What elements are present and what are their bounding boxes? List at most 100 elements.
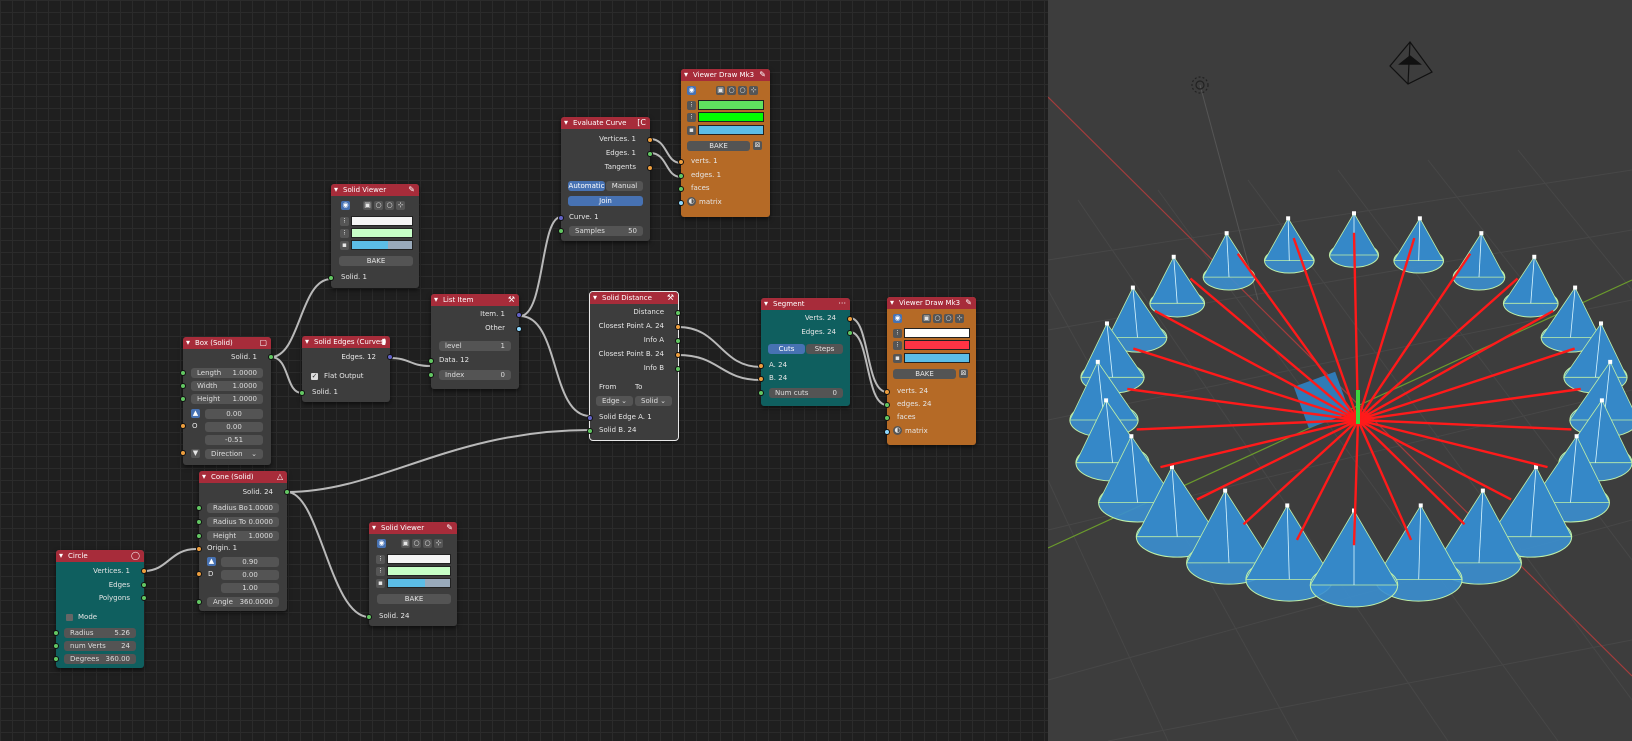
output-socket[interactable] (847, 316, 853, 322)
input-socket[interactable] (196, 599, 202, 605)
viewer-draw-header[interactable]: Viewer Draw Mk3 ✎ (681, 69, 770, 81)
sphere-icon[interactable]: ○ (374, 201, 383, 210)
input-socket[interactable] (884, 389, 890, 395)
direction-y-field[interactable]: 0.00 (221, 570, 279, 580)
evaluate-curve-header[interactable]: Evaluate Curve [C (561, 117, 650, 129)
cuts-toggle[interactable]: Cuts (768, 344, 805, 354)
arrow-up-icon[interactable]: ▲ (191, 409, 200, 418)
input-socket[interactable] (196, 546, 202, 552)
sphere-icon[interactable]: ○ (412, 539, 421, 548)
viewer-draw-node[interactable]: Viewer Draw Mk3✎ ◉ ▣ ○ ○ ⊹ ⁝ ⁝ ▪ BAKE ⊠ … (884, 297, 976, 445)
input-socket[interactable] (678, 200, 684, 206)
bake-options-icon[interactable]: ⊠ (959, 369, 968, 378)
height-field[interactable]: Height 1.0000 (207, 531, 279, 541)
output-socket[interactable] (647, 165, 653, 171)
solid-distance-node[interactable]: Solid Distance ⚒ Distance Closest Point A… (587, 291, 681, 441)
input-socket[interactable] (678, 159, 684, 165)
input-socket[interactable] (180, 450, 186, 456)
bake-options-icon[interactable]: ⊠ (753, 141, 762, 150)
solid-edges-node[interactable]: Solid Edges (Curves)▮ Edges. 12 ✓ Flat O… (299, 336, 393, 402)
vertex-color-swatch[interactable] (698, 100, 764, 110)
origin-z-field[interactable]: -0.51 (205, 435, 263, 445)
input-socket[interactable] (678, 186, 684, 192)
input-socket[interactable] (678, 173, 684, 179)
vertex-color-swatch[interactable] (351, 216, 413, 226)
list-item-node[interactable]: List Item ⚒ Item. 1 Other level 1 Data. 12… (428, 294, 522, 389)
radius-field[interactable]: Radius 5.26 (64, 628, 136, 638)
input-socket[interactable] (758, 376, 764, 382)
output-socket[interactable] (141, 595, 147, 601)
automatic-toggle[interactable]: Automatic (568, 181, 605, 191)
input-socket[interactable] (196, 533, 202, 539)
direction-z-field[interactable]: 1.00 (221, 583, 279, 593)
eye-icon[interactable]: ◉ (687, 86, 696, 95)
sphere-icon[interactable]: ○ (727, 86, 736, 95)
edge-color-swatch[interactable] (904, 340, 970, 350)
sphere-icon[interactable]: ○ (738, 86, 747, 95)
angle-field[interactable]: Angle 360.0000 (207, 597, 279, 607)
direction-x-field[interactable]: 0.90 (221, 557, 279, 567)
circle-node[interactable]: Circle◯ Vertices. 1 Edges Polygons Mode … (53, 550, 147, 668)
output-socket[interactable] (387, 354, 393, 360)
nodes-icon[interactable]: ⊹ (396, 201, 405, 210)
input-socket[interactable] (180, 383, 186, 389)
mode-checkbox[interactable] (66, 614, 73, 621)
bake-button[interactable]: BAKE (339, 256, 413, 266)
height-field[interactable]: Height 1.0000 (191, 394, 263, 404)
bake-button[interactable]: BAKE (893, 369, 956, 379)
sphere-icon[interactable]: ○ (423, 539, 432, 548)
input-socket[interactable] (884, 415, 890, 421)
input-socket[interactable] (299, 390, 305, 396)
input-socket[interactable] (428, 372, 434, 378)
flat-output-checkbox[interactable]: ✓ (311, 373, 318, 380)
input-socket[interactable] (53, 643, 59, 649)
face-color-swatch[interactable] (698, 125, 764, 135)
cube-icon[interactable]: ▣ (363, 201, 372, 210)
sphere-icon[interactable]: ○ (385, 201, 394, 210)
input-socket[interactable] (196, 519, 202, 525)
solid-viewer-header[interactable]: Solid Viewer ✎ (331, 184, 419, 196)
dropdown-icon[interactable]: ▼ (191, 449, 200, 458)
input-socket[interactable] (196, 505, 202, 511)
from-select[interactable]: Edge ⌄ (596, 396, 633, 406)
width-field[interactable]: Width 1.0000 (191, 381, 263, 391)
input-socket[interactable] (180, 370, 186, 376)
output-socket[interactable] (268, 354, 274, 360)
segment-node[interactable]: Segment ··· Verts. 24 Edges. 24 Cuts Step… (758, 298, 853, 406)
evaluate-curve-node[interactable]: Evaluate Curve [C Vertices. 1 Edges. 1 Ta… (558, 117, 653, 241)
output-socket[interactable] (647, 137, 653, 143)
edge-color-swatch[interactable] (387, 566, 451, 576)
output-socket[interactable] (516, 326, 522, 332)
output-socket[interactable] (141, 582, 147, 588)
cone-solid-node[interactable]: Cone (Solid)△ Solid. 24 Radius Bo1.0000 … (196, 471, 290, 611)
edge-color-swatch[interactable] (698, 112, 764, 122)
input-socket[interactable] (758, 363, 764, 369)
input-socket[interactable] (884, 429, 890, 435)
nodes-icon[interactable]: ⊹ (955, 314, 964, 323)
output-socket[interactable] (675, 310, 681, 316)
cone-solid-node-header[interactable]: Cone (Solid) △ (199, 471, 287, 483)
length-field[interactable]: Length 1.0000 (191, 368, 263, 378)
steps-toggle[interactable]: Steps (806, 344, 843, 354)
manual-toggle[interactable]: Manual (606, 181, 643, 191)
num-verts-field[interactable]: num Verts 24 (64, 641, 136, 651)
face-color-swatch[interactable] (351, 240, 413, 250)
face-color-swatch[interactable] (904, 353, 970, 363)
nodes-icon[interactable]: ⊹ (749, 86, 758, 95)
input-socket[interactable] (53, 630, 59, 636)
segment-header[interactable]: Segment ··· (761, 298, 850, 310)
output-socket[interactable] (284, 489, 290, 495)
edge-color-swatch[interactable] (351, 228, 413, 238)
solid-viewer-node[interactable]: Solid Viewer ✎ ◉ ▣ ○ ○ ⊹ ⁝ ⁝ ▪ BAKE Solid… (366, 522, 457, 626)
input-socket[interactable] (558, 215, 564, 221)
solid-distance-header[interactable]: Solid Distance ⚒ (590, 292, 678, 304)
node-editor[interactable]: Circle◯ Vertices. 1 Edges Polygons Mode … (0, 0, 1048, 741)
input-socket[interactable] (587, 428, 593, 434)
eye-icon[interactable]: ◉ (377, 539, 386, 548)
index-field[interactable]: Index 0 (439, 370, 511, 380)
radius-bottom-field[interactable]: Radius Bo 1.0000 (207, 503, 279, 513)
nodes-icon[interactable]: ⊹ (434, 539, 443, 548)
cube-icon[interactable]: ▣ (716, 86, 725, 95)
input-socket[interactable] (328, 275, 334, 281)
radius-top-field[interactable]: Radius To 0.0000 (207, 517, 279, 527)
